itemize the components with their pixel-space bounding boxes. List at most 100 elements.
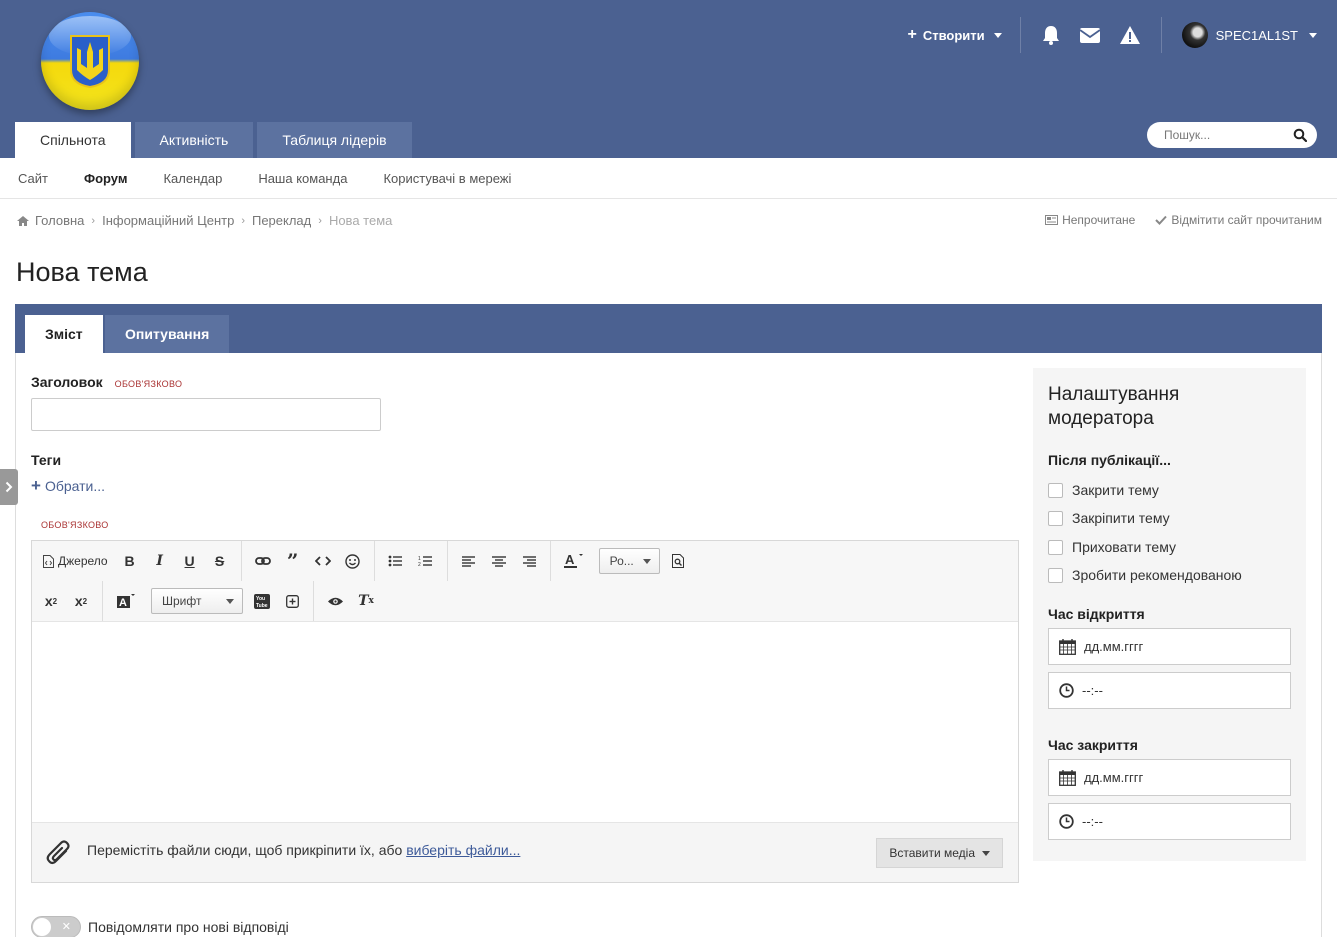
plus-icon: + xyxy=(31,476,41,495)
site-header: + Створити SPEC1AL1ST Спільнота Активніс… xyxy=(0,0,1337,158)
toolbar-row-1: Джерело B I U S ” 1 2 A Ро... xyxy=(38,541,696,581)
nav-tab-community[interactable]: Спільнота xyxy=(15,122,131,158)
breadcrumb-info-center[interactable]: Інформаційний Центр xyxy=(102,213,234,228)
text-color-button[interactable]: A xyxy=(559,547,589,575)
editor-content-area[interactable] xyxy=(32,621,1018,822)
option-hide-topic[interactable]: Приховати тему xyxy=(1048,539,1176,555)
title-input[interactable] xyxy=(31,398,381,431)
format-select[interactable]: Ро... xyxy=(598,548,660,574)
link-icon xyxy=(254,557,271,565)
toolbar-divider xyxy=(313,581,314,621)
align-right-button[interactable] xyxy=(516,547,542,575)
nav-tab-activity[interactable]: Активність xyxy=(134,122,254,158)
search-box xyxy=(1147,122,1317,148)
superscript-button[interactable]: x2 xyxy=(68,587,94,615)
bold-button[interactable]: B xyxy=(117,547,143,575)
checkbox[interactable] xyxy=(1048,567,1063,583)
open-time-label: Час відкриття xyxy=(1048,606,1145,622)
svg-text:You: You xyxy=(256,596,265,602)
align-left-button[interactable] xyxy=(456,547,482,575)
create-button[interactable]: + Створити xyxy=(907,26,1019,44)
close-icon: ✕ xyxy=(61,921,71,933)
moderator-settings-title: Налаштування модератора xyxy=(1048,384,1180,429)
align-center-button[interactable] xyxy=(486,547,512,575)
check-icon xyxy=(1155,215,1168,225)
search-input[interactable] xyxy=(1164,128,1284,142)
site-logo[interactable] xyxy=(41,12,139,110)
bell-icon[interactable] xyxy=(1041,25,1061,45)
preview-button[interactable] xyxy=(666,547,692,575)
align-center-icon xyxy=(491,555,506,567)
subnav-online-users[interactable]: Користувачі в мережі xyxy=(383,171,511,186)
breadcrumb-home[interactable]: Головна xyxy=(35,213,84,228)
subnav-forum[interactable]: Форум xyxy=(84,171,127,186)
sub-nav: Сайт Форум Календар Наша команда Користу… xyxy=(0,158,1337,199)
attachment-dropzone[interactable]: Перемістіть файли сюди, щоб прикріпити ї… xyxy=(32,822,1018,882)
attachment-instructions: Перемістіть файли сюди, щоб прикріпити ї… xyxy=(87,842,521,858)
toolbar-divider xyxy=(549,541,551,581)
breadcrumb-current: Нова тема xyxy=(328,213,393,228)
emoji-button[interactable] xyxy=(340,547,366,575)
subnav-site[interactable]: Сайт xyxy=(18,171,48,186)
unread-link[interactable]: Непрочитане xyxy=(1045,213,1135,227)
background-color-button[interactable]: A xyxy=(111,587,141,615)
choose-files-link[interactable]: виберіть файли... xyxy=(406,842,520,858)
svg-text:Tube: Tube xyxy=(256,603,268,609)
nav-tab-leaderboard[interactable]: Таблиця лідерів xyxy=(257,122,412,158)
subnav-team[interactable]: Наша команда xyxy=(258,171,347,186)
title-label: Заголовок ОБОВ'ЯЗКОВО xyxy=(31,374,183,390)
rich-text-editor: Джерело B I U S ” 1 2 A Ро... x 2 x 2 A … xyxy=(31,540,1019,883)
tab-content[interactable]: Зміст xyxy=(25,315,103,353)
chevron-right-icon: › xyxy=(318,214,322,227)
subnav-calendar[interactable]: Календар xyxy=(163,171,222,186)
toggle-knob xyxy=(33,918,51,936)
preview-eye-button[interactable] xyxy=(322,587,349,615)
svg-text:2: 2 xyxy=(418,562,421,567)
align-right-icon xyxy=(522,555,536,567)
close-date-input[interactable]: дд.мм.гггг xyxy=(1048,759,1291,796)
option-pin-topic[interactable]: Закріпити тему xyxy=(1048,510,1170,526)
bulleted-list-button[interactable] xyxy=(383,547,409,575)
open-date-input[interactable]: дд.мм.гггг xyxy=(1048,628,1291,665)
insert-media-button[interactable]: Вставити медіа xyxy=(876,838,1003,868)
link-button[interactable] xyxy=(250,547,276,575)
warning-icon[interactable] xyxy=(1119,25,1141,45)
search-icon[interactable] xyxy=(1293,128,1307,142)
tags-label: Теги xyxy=(31,452,62,468)
close-time-input[interactable]: --:-- xyxy=(1048,803,1291,840)
envelope-icon[interactable] xyxy=(1079,26,1101,44)
subscript-button[interactable]: x2 xyxy=(38,587,64,615)
code-button[interactable] xyxy=(310,547,336,575)
checkbox[interactable] xyxy=(1048,539,1063,555)
source-icon xyxy=(43,554,54,568)
quote-button[interactable]: ” xyxy=(280,547,306,575)
breadcrumb-translation[interactable]: Переклад xyxy=(252,213,311,228)
close-time-label: Час закриття xyxy=(1048,737,1138,753)
numbered-list-button[interactable]: 1 2 xyxy=(413,547,439,575)
align-left-icon xyxy=(461,555,475,567)
checkbox[interactable] xyxy=(1048,482,1063,498)
breadcrumb-actions: Непрочитане Відмітити сайт прочитаним xyxy=(1045,213,1322,227)
tab-poll[interactable]: Опитування xyxy=(105,315,230,353)
font-select[interactable]: Шрифт xyxy=(151,588,243,614)
option-lock-topic[interactable]: Закрити тему xyxy=(1048,482,1159,498)
option-feature-topic[interactable]: Зробити рекомендованою xyxy=(1048,567,1242,583)
mark-read-link[interactable]: Відмітити сайт прочитаним xyxy=(1155,213,1322,227)
clear-format-button[interactable]: Tx xyxy=(353,587,379,615)
checkbox[interactable] xyxy=(1048,510,1063,526)
calendar-icon xyxy=(1059,638,1076,655)
plus-square-icon xyxy=(285,594,299,608)
notify-toggle[interactable]: ✕ xyxy=(31,916,81,937)
user-menu[interactable]: SPEC1AL1ST xyxy=(1162,22,1317,48)
source-button[interactable]: Джерело xyxy=(38,547,113,575)
insert-table-button[interactable] xyxy=(279,587,305,615)
strikethrough-button[interactable]: S xyxy=(207,547,233,575)
choose-tags-button[interactable]: + Обрати... xyxy=(31,476,105,496)
italic-button[interactable]: I xyxy=(147,547,173,575)
editor-toolbar: Джерело B I U S ” 1 2 A Ро... x 2 x 2 A … xyxy=(32,541,1018,621)
avatar xyxy=(1181,22,1208,48)
open-time-input[interactable]: --:-- xyxy=(1048,672,1291,709)
underline-button[interactable]: U xyxy=(177,547,203,575)
sidebar-toggle[interactable] xyxy=(0,469,18,505)
youtube-button[interactable]: You Tube xyxy=(249,587,275,615)
